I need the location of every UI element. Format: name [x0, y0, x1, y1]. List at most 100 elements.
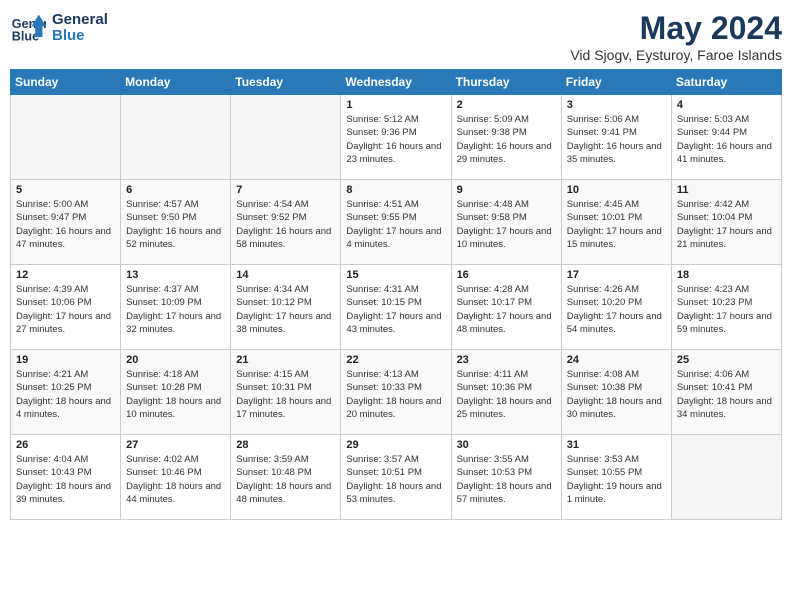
calendar-cell: 11 Sunrise: 4:42 AMSunset: 10:04 PMDaylig… [671, 180, 781, 265]
calendar-cell [121, 95, 231, 180]
day-number: 12 [16, 269, 115, 281]
calendar-cell: 23Sunrise: 4:11 AMSunset: 10:36 PMDaylig… [451, 350, 561, 435]
calendar-cell: 18Sunrise: 4:23 AMSunset: 10:23 PMDaylig… [671, 265, 781, 350]
calendar-cell [671, 435, 781, 520]
day-number: 11 [677, 184, 776, 196]
svg-text:Blue: Blue [12, 30, 39, 44]
day-number: 25 [677, 354, 776, 366]
calendar-cell: 10Sunrise: 4:45 AMSunset: 10:01 PMDaylig… [561, 180, 671, 265]
calendar-cell: 7 Sunrise: 4:54 AMSunset: 9:52 PMDaylight… [231, 180, 341, 265]
day-number: 14 [236, 269, 335, 281]
cell-info: Sunrise: 5:06 AMSunset: 9:41 PMDaylight:… [567, 113, 666, 166]
calendar-cell: 9Sunrise: 4:48 AMSunset: 9:58 PMDaylight… [451, 180, 561, 265]
calendar-cell: 6Sunrise: 4:57 AMSunset: 9:50 PMDaylight… [121, 180, 231, 265]
day-number: 20 [126, 354, 225, 366]
cell-info: Sunrise: 5:00 AMSunset: 9:47 PMDaylight:… [16, 198, 115, 251]
calendar-cell: 26 Sunrise: 4:04 AMSunset: 10:43 PMDaylig… [11, 435, 121, 520]
calendar-cell: 24 Sunrise: 4:08 AMSunset: 10:38 PMDaylig… [561, 350, 671, 435]
day-number: 30 [457, 439, 556, 451]
day-header-saturday: Saturday [671, 70, 781, 95]
calendar-cell: 22 Sunrise: 4:13 AMSunset: 10:33 PMDaylig… [341, 350, 451, 435]
day-number: 29 [346, 439, 445, 451]
calendar-cell: 27Sunrise: 4:02 AMSunset: 10:46 PMDaylig… [121, 435, 231, 520]
week-row-1: 1Sunrise: 5:12 AMSunset: 9:36 PMDaylight… [11, 95, 782, 180]
cell-info: Sunrise: 3:53 AMSunset: 10:55 PMDaylight… [567, 453, 666, 506]
day-number: 31 [567, 439, 666, 451]
day-header-wednesday: Wednesday [341, 70, 451, 95]
day-number: 28 [236, 439, 335, 451]
day-header-thursday: Thursday [451, 70, 561, 95]
logo-text: General [52, 12, 108, 29]
logo-icon: General Blue [10, 10, 46, 46]
cell-info: Sunrise: 4:15 AMSunset: 10:31 PMDaylight… [236, 368, 335, 421]
cell-info: Sunrise: 4:08 AMSunset: 10:38 PMDaylight… [567, 368, 666, 421]
cell-info: Sunrise: 3:57 AMSunset: 10:51 PMDaylight… [346, 453, 445, 506]
cell-info: Sunrise: 4:28 AMSunset: 10:17 PMDaylight… [457, 283, 556, 336]
day-number: 9 [457, 184, 556, 196]
month-title: May 2024 [570, 10, 782, 47]
day-number: 17 [567, 269, 666, 281]
day-number: 10 [567, 184, 666, 196]
header-row: SundayMondayTuesdayWednesdayThursdayFrid… [11, 70, 782, 95]
cell-info: Sunrise: 4:39 AMSunset: 10:06 PMDaylight… [16, 283, 115, 336]
day-number: 19 [16, 354, 115, 366]
cell-info: Sunrise: 4:13 AMSunset: 10:33 PMDaylight… [346, 368, 445, 421]
cell-info: Sunrise: 4:37 AMSunset: 10:09 PMDaylight… [126, 283, 225, 336]
calendar-cell: 3 Sunrise: 5:06 AMSunset: 9:41 PMDaylight… [561, 95, 671, 180]
day-number: 27 [126, 439, 225, 451]
cell-info: Sunrise: 4:31 AMSunset: 10:15 PMDaylight… [346, 283, 445, 336]
calendar-cell: 1Sunrise: 5:12 AMSunset: 9:36 PMDaylight… [341, 95, 451, 180]
page-header: General Blue General Blue May 2024 Vid S… [10, 10, 782, 63]
logo-subtext: Blue [52, 28, 108, 45]
cell-info: Sunrise: 4:21 AMSunset: 10:25 PMDaylight… [16, 368, 115, 421]
calendar-cell: 15 Sunrise: 4:31 AMSunset: 10:15 PMDaylig… [341, 265, 451, 350]
logo: General Blue General Blue [10, 10, 108, 46]
cell-info: Sunrise: 4:51 AMSunset: 9:55 PMDaylight:… [346, 198, 445, 251]
calendar-cell: 16 Sunrise: 4:28 AMSunset: 10:17 PMDaylig… [451, 265, 561, 350]
calendar-cell: 31 Sunrise: 3:53 AMSunset: 10:55 PMDaylig… [561, 435, 671, 520]
day-number: 16 [457, 269, 556, 281]
title-area: May 2024 Vid Sjogv, Eysturoy, Faroe Isla… [570, 10, 782, 63]
calendar-cell [231, 95, 341, 180]
calendar-cell: 28 Sunrise: 3:59 AMSunset: 10:48 PMDaylig… [231, 435, 341, 520]
cell-info: Sunrise: 5:09 AMSunset: 9:38 PMDaylight:… [457, 113, 556, 166]
day-number: 15 [346, 269, 445, 281]
day-header-sunday: Sunday [11, 70, 121, 95]
calendar-cell: 20 Sunrise: 4:18 AMSunset: 10:28 PMDaylig… [121, 350, 231, 435]
calendar-cell: 17Sunrise: 4:26 AMSunset: 10:20 PMDaylig… [561, 265, 671, 350]
cell-info: Sunrise: 4:57 AMSunset: 9:50 PMDaylight:… [126, 198, 225, 251]
day-number: 13 [126, 269, 225, 281]
cell-info: Sunrise: 4:04 AMSunset: 10:43 PMDaylight… [16, 453, 115, 506]
calendar-cell: 4Sunrise: 5:03 AMSunset: 9:44 PMDaylight… [671, 95, 781, 180]
week-row-5: 26 Sunrise: 4:04 AMSunset: 10:43 PMDaylig… [11, 435, 782, 520]
day-number: 23 [457, 354, 556, 366]
day-header-friday: Friday [561, 70, 671, 95]
calendar-cell: 21 Sunrise: 4:15 AMSunset: 10:31 PMDaylig… [231, 350, 341, 435]
cell-info: Sunrise: 4:42 AMSunset: 10:04 PMDaylight… [677, 198, 776, 251]
day-number: 5 [16, 184, 115, 196]
day-number: 22 [346, 354, 445, 366]
cell-info: Sunrise: 4:18 AMSunset: 10:28 PMDaylight… [126, 368, 225, 421]
day-number: 18 [677, 269, 776, 281]
cell-info: Sunrise: 4:54 AMSunset: 9:52 PMDaylight:… [236, 198, 335, 251]
calendar-cell: 12 Sunrise: 4:39 AMSunset: 10:06 PMDaylig… [11, 265, 121, 350]
day-number: 21 [236, 354, 335, 366]
cell-info: Sunrise: 3:59 AMSunset: 10:48 PMDaylight… [236, 453, 335, 506]
week-row-4: 19 Sunrise: 4:21 AMSunset: 10:25 PMDaylig… [11, 350, 782, 435]
calendar-cell: 30Sunrise: 3:55 AMSunset: 10:53 PMDaylig… [451, 435, 561, 520]
calendar-cell: 2 Sunrise: 5:09 AMSunset: 9:38 PMDaylight… [451, 95, 561, 180]
day-header-tuesday: Tuesday [231, 70, 341, 95]
day-number: 26 [16, 439, 115, 451]
day-number: 24 [567, 354, 666, 366]
calendar-table: SundayMondayTuesdayWednesdayThursdayFrid… [10, 69, 782, 520]
week-row-3: 12 Sunrise: 4:39 AMSunset: 10:06 PMDaylig… [11, 265, 782, 350]
calendar-cell: 14 Sunrise: 4:34 AMSunset: 10:12 PMDaylig… [231, 265, 341, 350]
day-number: 7 [236, 184, 335, 196]
day-number: 2 [457, 99, 556, 111]
calendar-cell: 5 Sunrise: 5:00 AMSunset: 9:47 PMDaylight… [11, 180, 121, 265]
cell-info: Sunrise: 4:34 AMSunset: 10:12 PMDaylight… [236, 283, 335, 336]
week-row-2: 5 Sunrise: 5:00 AMSunset: 9:47 PMDaylight… [11, 180, 782, 265]
day-number: 3 [567, 99, 666, 111]
day-header-monday: Monday [121, 70, 231, 95]
cell-info: Sunrise: 4:06 AMSunset: 10:41 PMDaylight… [677, 368, 776, 421]
